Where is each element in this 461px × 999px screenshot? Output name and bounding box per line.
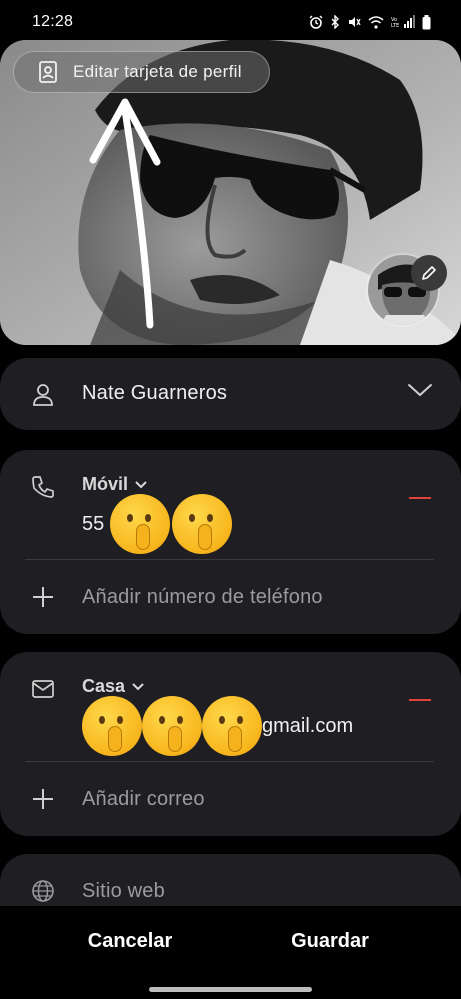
phone-icon xyxy=(32,476,54,498)
plus-icon[interactable] xyxy=(31,787,55,811)
alarm-icon xyxy=(309,15,323,29)
chevron-down-icon[interactable] xyxy=(407,382,433,398)
add-phone-button[interactable]: Añadir número de teléfono xyxy=(82,586,323,609)
edit-profile-card-button[interactable]: Editar tarjeta de perfil xyxy=(13,51,270,93)
person-icon xyxy=(33,384,53,406)
email-domain: gmail.com xyxy=(262,714,354,737)
save-button[interactable]: Guardar xyxy=(260,930,400,960)
bottom-action-bar: Cancelar Guardar xyxy=(0,906,461,999)
shush-emoji xyxy=(142,696,202,756)
phone-type-selector[interactable]: Móvil xyxy=(82,474,148,495)
edit-photo-button[interactable] xyxy=(411,255,447,291)
shush-emoji xyxy=(110,494,171,554)
mail-icon xyxy=(32,680,54,698)
status-bar: 12:28 Vo LTE xyxy=(0,0,461,44)
wifi-icon xyxy=(368,15,384,29)
plus-icon[interactable] xyxy=(31,585,55,609)
website-field[interactable]: Sitio web xyxy=(82,880,165,903)
divider xyxy=(25,761,434,762)
globe-icon xyxy=(32,880,54,902)
add-email-button[interactable]: Añadir correo xyxy=(82,788,205,811)
status-icons: Vo LTE xyxy=(309,14,431,30)
cancel-button[interactable]: Cancelar xyxy=(60,930,200,960)
battery-icon xyxy=(422,14,431,29)
email-card: Casa gmail.com Añadir correo xyxy=(0,652,461,836)
profile-card-icon xyxy=(39,61,57,83)
phone-number-prefix: 55 xyxy=(82,512,105,535)
phone-type-label: Móvil xyxy=(82,474,129,494)
pencil-icon xyxy=(422,266,436,280)
email-type-label: Casa xyxy=(82,676,126,696)
signal-icon: VoLTE xyxy=(391,15,415,29)
svg-text:LTE: LTE xyxy=(391,23,399,29)
shush-emoji xyxy=(172,494,233,554)
status-time: 12:28 xyxy=(32,13,74,30)
home-indicator[interactable] xyxy=(149,987,312,992)
edit-profile-card-label: Editar tarjeta de perfil xyxy=(73,62,242,81)
contact-name-field[interactable]: Nate Guarneros xyxy=(82,382,227,405)
chevron-down-icon xyxy=(132,683,144,691)
mute-icon xyxy=(349,17,361,27)
remove-email-button[interactable] xyxy=(409,699,431,701)
shush-emoji xyxy=(202,696,262,756)
profile-photo-card[interactable]: Editar tarjeta de perfil xyxy=(0,40,461,345)
shush-emoji xyxy=(82,696,142,756)
chevron-down-icon xyxy=(135,481,147,489)
phone-card: Móvil 55 Añadir número de teléfono xyxy=(0,450,461,634)
phone-number-field[interactable]: 55 xyxy=(82,494,233,554)
email-field[interactable]: gmail.com xyxy=(82,696,353,756)
name-card[interactable]: Nate Guarneros xyxy=(0,358,461,430)
divider xyxy=(25,559,434,560)
bluetooth-icon xyxy=(331,15,339,29)
website-card[interactable]: Sitio web xyxy=(0,854,461,914)
remove-phone-button[interactable] xyxy=(409,497,431,499)
email-type-selector[interactable]: Casa xyxy=(82,676,145,697)
